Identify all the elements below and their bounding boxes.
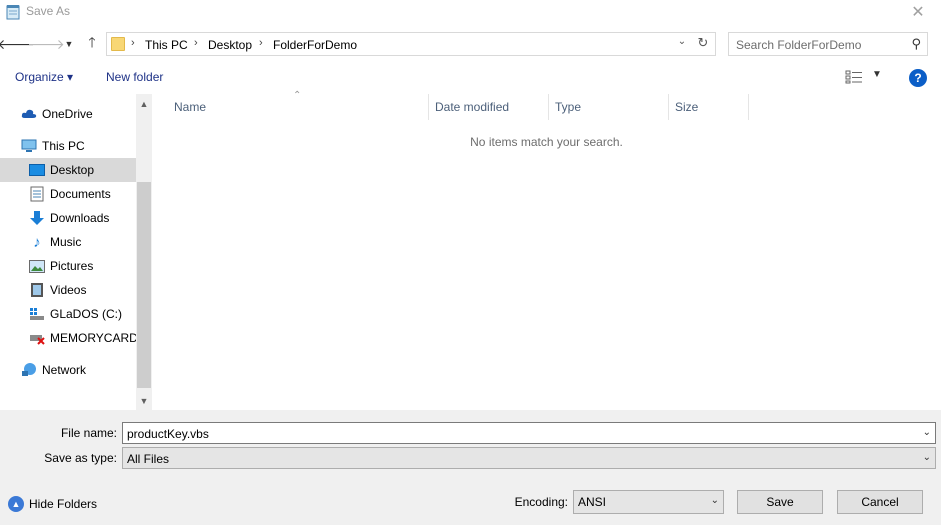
breadcrumb-this-pc[interactable]: This PC (145, 38, 188, 52)
sort-up-icon: ⌃ (293, 90, 302, 101)
view-dropdown-icon[interactable]: ▼ (872, 69, 882, 80)
sidebar-item-videos[interactable]: Videos (0, 278, 136, 302)
forward-button[interactable]: 🡒 (27, 34, 65, 54)
chevron-down-icon: ▼ (64, 39, 74, 49)
search-icon[interactable]: ⚲ (911, 36, 921, 52)
sidebar-item-music[interactable]: ♪ Music (0, 230, 136, 254)
sidebar-item-network[interactable]: Network (0, 358, 136, 382)
breadcrumb-folderfordemo[interactable]: FolderForDemo (273, 38, 357, 52)
chevron-up-icon: ▲ (8, 496, 24, 512)
close-icon: ✕ (911, 4, 925, 21)
chevron-right-icon: › (131, 37, 135, 49)
refresh-icon[interactable]: ↻ (695, 35, 711, 51)
chevron-right-icon: › (259, 37, 263, 49)
cloud-icon (21, 106, 37, 122)
encoding-value: ANSI (578, 495, 607, 509)
sidebar-item-downloads[interactable]: Downloads (0, 206, 136, 230)
file-name-input[interactable]: productKey.vbs (127, 427, 209, 441)
sidebar-item-glados-c[interactable]: GLaDOS (C:) (0, 302, 136, 326)
search-box[interactable]: Search FolderForDemo ⚲ (728, 32, 928, 56)
cancel-button[interactable]: Cancel (837, 490, 923, 514)
file-list: ⌃ Name Date modified Type Size No items … (152, 90, 941, 410)
documents-icon (29, 186, 45, 202)
scroll-up-icon[interactable]: ▲ (136, 96, 152, 112)
save-button[interactable]: Save (737, 490, 823, 514)
address-bar[interactable]: › This PC › Desktop › FolderForDemo ⌄ ↻ (106, 32, 716, 56)
sidebar-item-pictures[interactable]: Pictures (0, 254, 136, 278)
hide-folders-button[interactable]: ▲ Hide Folders (8, 496, 97, 512)
sidebar-item-memorycard[interactable]: MEMORYCARD (0, 326, 138, 350)
memory-card-icon (29, 330, 45, 346)
computer-icon (21, 138, 37, 154)
sidebar-item-desktop[interactable]: Desktop (0, 158, 136, 182)
chevron-down-icon[interactable]: ⌄ (923, 452, 931, 463)
file-name-label: File name: (60, 426, 117, 440)
recent-locations-button[interactable]: ▼ (62, 34, 76, 54)
videos-icon (29, 282, 45, 298)
up-button[interactable]: 🡑 (82, 34, 102, 54)
network-icon (21, 362, 37, 378)
sidebar-scrollbar[interactable]: ▲ ▼ (136, 94, 152, 410)
navigation-bar: 🡐 🡒 ▼ 🡑 › This PC › Desktop › FolderForD… (0, 30, 941, 58)
save-as-type-label: Save as type: (44, 451, 117, 465)
empty-message: No items match your search. (470, 135, 623, 149)
encoding-label: Encoding: (514, 495, 568, 509)
sidebar-item-onedrive[interactable]: OneDrive (0, 102, 136, 126)
encoding-select[interactable]: ANSI ⌄ (573, 490, 724, 514)
address-dropdown-icon[interactable]: ⌄ (675, 36, 689, 47)
chevron-right-icon: › (194, 37, 198, 49)
file-name-field[interactable]: productKey.vbs ⌄ (122, 422, 936, 444)
command-bar: Organize ▾ New folder ▼ ? (0, 64, 941, 92)
save-as-type-value: All Files (127, 452, 170, 466)
help-icon[interactable]: ? (909, 69, 927, 87)
view-details-icon[interactable] (845, 70, 863, 84)
scroll-down-icon[interactable]: ▼ (136, 393, 152, 409)
window-title: Save As (26, 4, 71, 18)
drive-icon (29, 306, 45, 322)
column-header-type[interactable]: Type (549, 94, 669, 120)
music-icon: ♪ (33, 233, 41, 251)
pictures-icon (29, 258, 45, 274)
save-options-panel: File name: productKey.vbs ⌄ Save as type… (0, 410, 941, 525)
desktop-icon (29, 162, 45, 178)
search-input[interactable]: Search FolderForDemo (736, 38, 861, 52)
close-button[interactable]: ✕ (895, 0, 941, 24)
organize-button[interactable]: Organize ▾ (15, 70, 73, 84)
save-as-type-select[interactable]: All Files ⌄ (122, 447, 936, 469)
column-header-date-modified[interactable]: Date modified (429, 94, 549, 120)
sidebar-item-documents[interactable]: Documents (0, 182, 136, 206)
column-header-name[interactable]: ⌃ Name (152, 90, 429, 120)
title-bar: Save As ✕ (0, 0, 941, 24)
chevron-down-icon[interactable]: ⌄ (923, 427, 931, 438)
folder-icon (111, 37, 125, 51)
forward-arrow-icon: 🡒 (27, 35, 65, 52)
column-header-size[interactable]: Size (669, 94, 749, 120)
scrollbar-thumb[interactable] (137, 182, 151, 388)
sidebar-item-this-pc[interactable]: This PC (0, 134, 136, 158)
breadcrumb-desktop[interactable]: Desktop (208, 38, 252, 52)
back-button[interactable]: 🡐 (0, 34, 35, 54)
chevron-down-icon[interactable]: ⌄ (711, 495, 719, 506)
up-arrow-icon: 🡑 (88, 34, 96, 50)
new-folder-button[interactable]: New folder (106, 70, 163, 84)
notepad-icon (6, 5, 20, 20)
navigation-pane: OneDrive This PC Desktop Documents Downl… (0, 94, 152, 410)
downloads-icon (29, 210, 45, 226)
